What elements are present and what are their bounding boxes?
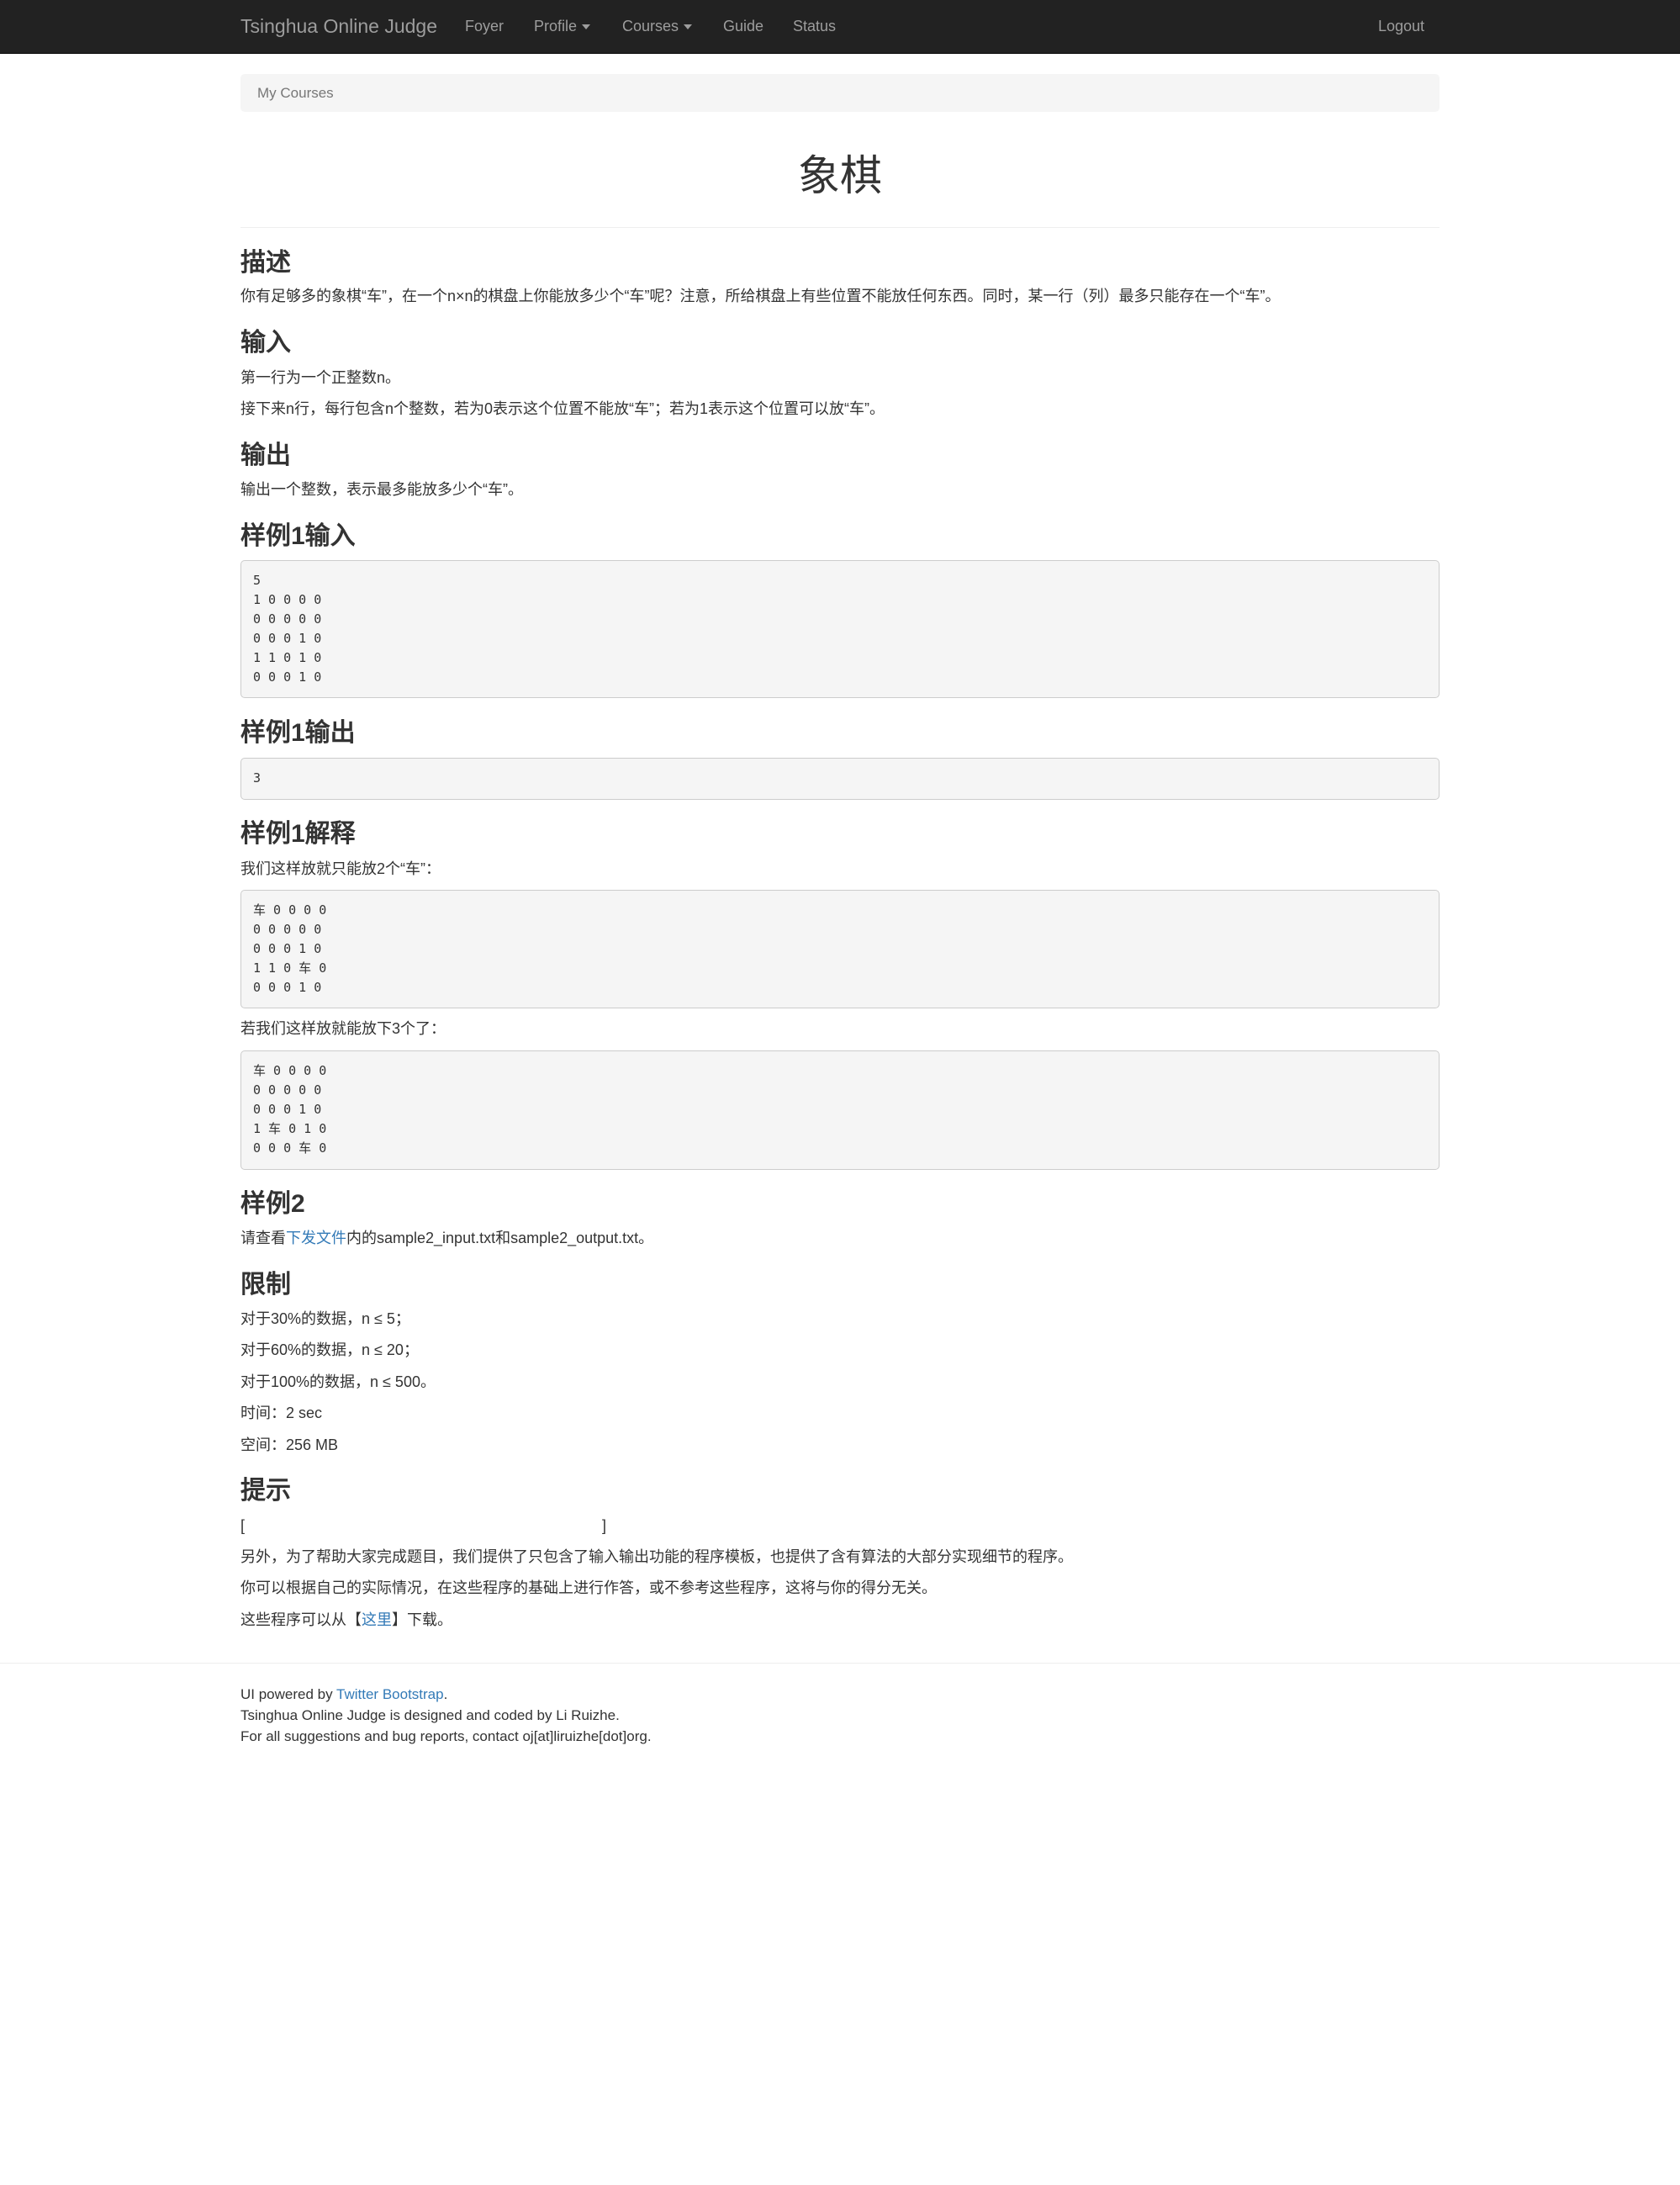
limit-line-1: 对于30%的数据，n ≤ 5； <box>240 1310 410 1327</box>
nav-courses-label: Courses <box>622 18 679 34</box>
sample2-text: 请查看下发文件内的sample2_input.txt和sample2_outpu… <box>240 1227 653 1249</box>
hint-heading: 提示 <box>240 1477 291 1505</box>
limit-line-3: 对于100%的数据，n ≤ 500。 <box>240 1373 436 1390</box>
top-navbar: Tsinghua Online Judge Foyer Profile Cour… <box>0 0 1680 54</box>
footer-contact: For all suggestions and bug reports, con… <box>240 1728 652 1744</box>
bootstrap-link[interactable]: Twitter Bootstrap <box>336 1686 444 1702</box>
breadcrumb: My Courses <box>240 74 1440 112</box>
sample1-explain-text-2: 若我们这样放就能放下3个了： <box>240 1020 446 1037</box>
sample1-explain-text-1: 我们这样放就只能放2个“车”： <box>240 860 441 877</box>
footer-credits: Tsinghua Online Judge is designed and co… <box>240 1707 620 1723</box>
sample1-output-code: 3 <box>240 758 1440 800</box>
download-templates-link[interactable]: 这里 <box>362 1611 392 1628</box>
limits-heading: 限制 <box>240 1271 291 1299</box>
nav-foyer[interactable]: Foyer <box>465 0 504 53</box>
download-files-link[interactable]: 下发文件 <box>286 1230 346 1246</box>
output-text: 输出一个整数，表示最多能放多少个“车”。 <box>240 481 523 498</box>
nav-courses-dropdown[interactable]: Courses <box>622 0 693 53</box>
time-limit: 时间：2 sec <box>240 1405 323 1421</box>
nav-guide[interactable]: Guide <box>723 0 763 53</box>
hint-line-3-suffix: 】下载。 <box>392 1611 452 1628</box>
description-heading: 描述 <box>240 249 291 277</box>
sample1-explain-heading: 样例1解释 <box>240 820 356 848</box>
memory-limit: 空间：256 MB <box>240 1436 339 1453</box>
nav-profile-label: Profile <box>534 18 578 34</box>
page-title: 象棋 <box>798 152 882 199</box>
sample1-output-heading: 样例1输出 <box>240 719 356 747</box>
chevron-down-icon <box>684 24 693 30</box>
logout-link[interactable]: Logout <box>1378 0 1424 53</box>
sample2-heading: 样例2 <box>240 1190 305 1218</box>
output-heading: 输出 <box>240 442 291 469</box>
brand-link[interactable]: Tsinghua Online Judge <box>240 0 437 53</box>
chevron-down-icon <box>582 24 591 30</box>
footer-powered-by: UI powered by Twitter Bootstrap. <box>240 1684 447 1705</box>
input-heading: 输入 <box>240 329 291 357</box>
hint-line-3: 这些程序可以从【这里】下载。 <box>240 1609 452 1631</box>
sample1-input-heading: 样例1输入 <box>240 522 356 550</box>
description-text: 你有足够多的象棋“车”，在一个n×n的棋盘上你能放多少个“车”呢？注意，所给棋盘… <box>240 288 1281 304</box>
limit-line-2: 对于60%的数据，n ≤ 20； <box>240 1341 419 1358</box>
input-line-2: 接下来n行，每行包含n个整数，若为0表示这个位置不能放“车”；若为1表示这个位置… <box>240 400 885 417</box>
sample1-explain-code-2: 车 0 0 0 0 0 0 0 0 0 0 0 0 1 0 1 车 0 1 0 … <box>240 1050 1440 1170</box>
title-divider <box>240 227 1440 228</box>
hint-line-3-prefix: 这些程序可以从【 <box>240 1611 362 1628</box>
breadcrumb-my-courses[interactable]: My Courses <box>257 74 334 112</box>
sample2-suffix: 内的sample2_input.txt和sample2_output.txt。 <box>346 1230 654 1246</box>
sample1-explain-code-1: 车 0 0 0 0 0 0 0 0 0 0 0 0 1 0 1 1 0 车 0 … <box>240 890 1440 1008</box>
hint-line-1: 另外，为了帮助大家完成题目，我们提供了只包含了输入输出功能的程序模板，也提供了含… <box>240 1548 1073 1565</box>
footer-powered-prefix: UI powered by <box>240 1686 337 1702</box>
sample1-input-code: 5 1 0 0 0 0 0 0 0 0 0 0 0 0 1 0 1 1 0 1 … <box>240 560 1440 698</box>
hint-bracket-close: ] <box>602 1517 607 1534</box>
nav-status[interactable]: Status <box>793 0 836 53</box>
nav-profile-dropdown[interactable]: Profile <box>534 0 591 53</box>
hint-line-2: 你可以根据自己的实际情况，在这些程序的基础上进行作答，或不参考这些程序，这将与你… <box>240 1579 937 1596</box>
sample2-prefix: 请查看 <box>240 1230 286 1246</box>
footer-divider <box>0 1663 1680 1664</box>
input-line-1: 第一行为一个正整数n。 <box>240 369 401 386</box>
footer-powered-suffix: . <box>443 1686 448 1702</box>
hint-bracket-open: [ <box>240 1517 246 1534</box>
